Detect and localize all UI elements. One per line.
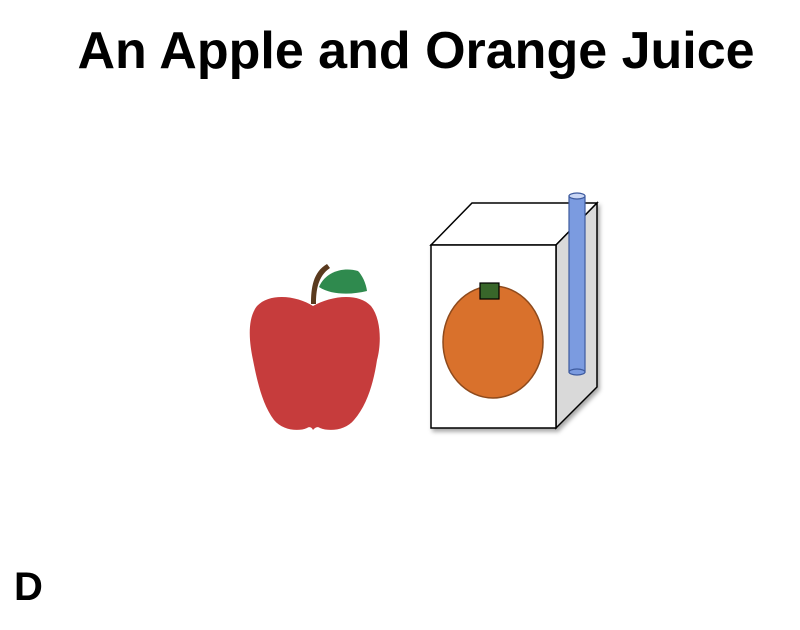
slide: An Apple and Orange Juice D [0, 0, 800, 630]
straw-top [568, 192, 586, 200]
orange-fruit [442, 285, 544, 399]
apple-icon [249, 264, 380, 430]
straw-bottom [568, 368, 586, 376]
straw-icon [568, 192, 586, 376]
option-label: D [14, 565, 43, 609]
apple-body [249, 296, 380, 430]
straw-body [568, 195, 586, 373]
orange-stem [479, 282, 500, 300]
apple-leaf [319, 269, 367, 294]
illustration [249, 192, 599, 430]
